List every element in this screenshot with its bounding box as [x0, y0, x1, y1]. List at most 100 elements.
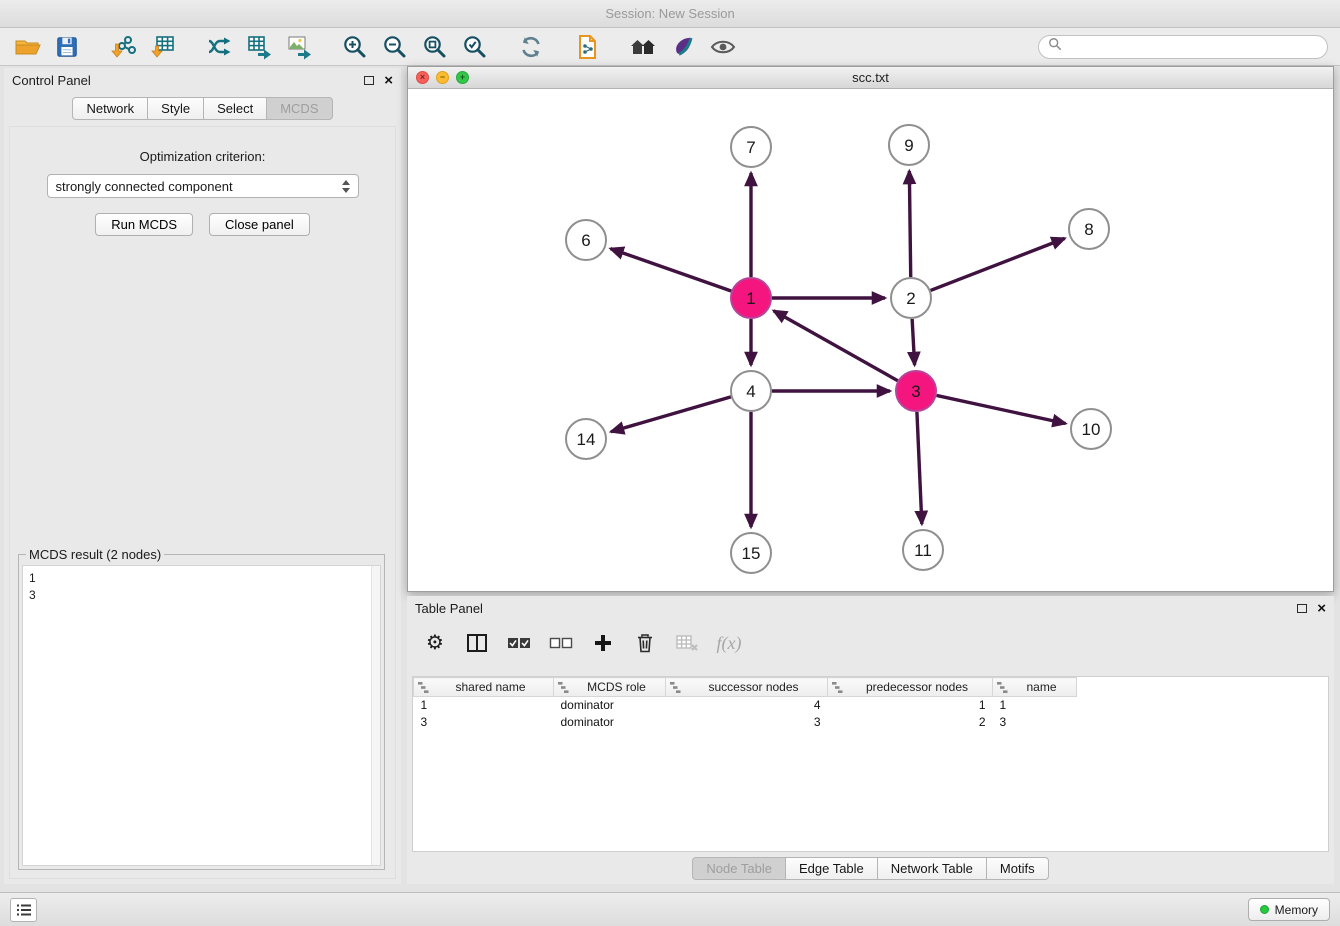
- zoom-group: [340, 32, 490, 62]
- window-close-icon[interactable]: ×: [416, 71, 429, 84]
- export-table-icon[interactable]: [244, 32, 274, 62]
- table-panel-header: Table Panel ×: [407, 596, 1334, 620]
- control-panel-title: Control Panel: [12, 73, 91, 88]
- table-row[interactable]: 1 dominator 4 1 1: [414, 697, 1077, 714]
- application-window: Session: New Session: [0, 0, 1340, 926]
- column-header-successor-nodes[interactable]: successor nodes: [666, 678, 828, 697]
- show-all-networks-icon[interactable]: [628, 32, 658, 62]
- neighbors-group: [572, 32, 602, 62]
- tab-style[interactable]: Style: [147, 97, 203, 120]
- column-header-predecessor-nodes[interactable]: predecessor nodes: [828, 678, 993, 697]
- zoom-in-icon[interactable]: [340, 32, 370, 62]
- apply-style-icon[interactable]: [668, 32, 698, 62]
- close-panel-icon[interactable]: ×: [384, 73, 393, 88]
- graph-node-label: 9: [904, 136, 913, 155]
- first-neighbors-icon[interactable]: [572, 32, 602, 62]
- graph-node-label: 4: [746, 382, 755, 401]
- graph-edge[interactable]: [909, 171, 910, 277]
- cell-mcds-role[interactable]: dominator: [554, 714, 666, 731]
- cell-successor-nodes[interactable]: 3: [666, 714, 828, 731]
- close-panel-button[interactable]: Close panel: [209, 213, 310, 236]
- create-column-plus-icon[interactable]: [591, 631, 615, 655]
- network-view-window: × − + scc.txt 7968124314101511: [407, 66, 1334, 592]
- mcds-panel-body: Optimization criterion: strongly connect…: [9, 126, 396, 879]
- control-panel-header: Control Panel ×: [4, 68, 401, 92]
- tab-edge-table[interactable]: Edge Table: [785, 857, 877, 880]
- refresh-group: [516, 32, 546, 62]
- window-zoom-icon[interactable]: +: [456, 71, 469, 84]
- table-panel-title: Table Panel: [415, 601, 483, 616]
- zoom-out-icon[interactable]: [380, 32, 410, 62]
- graph-edge[interactable]: [937, 395, 1066, 423]
- graph-node-label: 6: [581, 231, 590, 250]
- memory-button[interactable]: Memory: [1248, 898, 1330, 921]
- deselect-all-rows-icon[interactable]: [549, 631, 573, 655]
- tab-select[interactable]: Select: [203, 97, 266, 120]
- window-titlebar: Session: New Session: [0, 0, 1340, 28]
- cell-successor-nodes[interactable]: 4: [666, 697, 828, 714]
- delete-column-trash-icon[interactable]: [633, 631, 657, 655]
- graph-node-label: 3: [911, 382, 920, 401]
- import-table-icon[interactable]: [148, 32, 178, 62]
- export-network-icon[interactable]: [204, 32, 234, 62]
- criterion-dropdown[interactable]: strongly connected component: [47, 174, 359, 198]
- graph-edge[interactable]: [611, 397, 731, 432]
- graph-node-label: 10: [1082, 420, 1101, 439]
- cell-name[interactable]: 1: [993, 697, 1077, 714]
- show-columns-icon[interactable]: [465, 631, 489, 655]
- cell-shared-name[interactable]: 3: [414, 714, 554, 731]
- result-scrollbar[interactable]: [371, 566, 380, 865]
- window-minimize-icon[interactable]: −: [436, 71, 449, 84]
- close-table-panel-icon[interactable]: ×: [1317, 601, 1326, 616]
- graph-edge[interactable]: [611, 249, 732, 291]
- column-sort-icon: [997, 682, 1008, 693]
- control-panel: Control Panel × Network Style Select MCD…: [4, 68, 401, 884]
- float-panel-icon[interactable]: [364, 76, 374, 85]
- search-field[interactable]: [1038, 35, 1328, 59]
- save-session-icon[interactable]: [52, 32, 82, 62]
- tab-mcds[interactable]: MCDS: [266, 97, 332, 120]
- zoom-fit-icon[interactable]: [420, 32, 450, 62]
- control-panel-tabs: Network Style Select MCDS: [4, 97, 401, 120]
- graph-edge[interactable]: [774, 311, 898, 381]
- tab-network-table[interactable]: Network Table: [877, 857, 986, 880]
- table-row[interactable]: 3 dominator 3 2 3: [414, 714, 1077, 731]
- search-input[interactable]: [1067, 40, 1318, 54]
- graph-edge[interactable]: [917, 412, 922, 524]
- column-header-name[interactable]: name: [993, 678, 1077, 697]
- network-canvas-container[interactable]: 7968124314101511: [408, 89, 1333, 591]
- task-history-button[interactable]: [10, 898, 37, 922]
- node-table: shared name MCDS role successor nodes pr…: [413, 677, 1077, 731]
- network-window-title: scc.txt: [408, 70, 1333, 85]
- graph-node-label: 14: [577, 430, 596, 449]
- memory-status-icon: [1260, 905, 1269, 914]
- refresh-view-icon[interactable]: [516, 32, 546, 62]
- import-network-icon[interactable]: [108, 32, 138, 62]
- tab-motifs[interactable]: Motifs: [986, 857, 1049, 880]
- column-header-shared-name[interactable]: shared name: [414, 678, 554, 697]
- graph-edge[interactable]: [912, 319, 914, 365]
- show-hide-icon[interactable]: [708, 32, 738, 62]
- graph-node-label: 1: [746, 289, 755, 308]
- cell-mcds-role[interactable]: dominator: [554, 697, 666, 714]
- zoom-selected-icon[interactable]: [460, 32, 490, 62]
- network-window-titlebar: × − + scc.txt: [408, 67, 1333, 89]
- export-image-icon[interactable]: [284, 32, 314, 62]
- cell-predecessor-nodes[interactable]: 1: [828, 697, 993, 714]
- status-bar: Memory: [0, 892, 1340, 926]
- table-toolbar: ⚙ f(x): [407, 620, 1334, 664]
- select-all-rows-icon[interactable]: [507, 631, 531, 655]
- float-table-panel-icon[interactable]: [1297, 604, 1307, 613]
- tab-node-table[interactable]: Node Table: [692, 857, 785, 880]
- column-sort-icon: [670, 682, 681, 693]
- cell-shared-name[interactable]: 1: [414, 697, 554, 714]
- open-session-icon[interactable]: [12, 32, 42, 62]
- cell-name[interactable]: 3: [993, 714, 1077, 731]
- run-mcds-button[interactable]: Run MCDS: [95, 213, 193, 236]
- graph-edge[interactable]: [931, 238, 1065, 290]
- cell-predecessor-nodes[interactable]: 2: [828, 714, 993, 731]
- tab-network[interactable]: Network: [72, 97, 147, 120]
- column-header-mcds-role[interactable]: MCDS role: [554, 678, 666, 697]
- table-settings-gear-icon[interactable]: ⚙: [423, 631, 447, 655]
- graph-node-label: 11: [914, 541, 932, 560]
